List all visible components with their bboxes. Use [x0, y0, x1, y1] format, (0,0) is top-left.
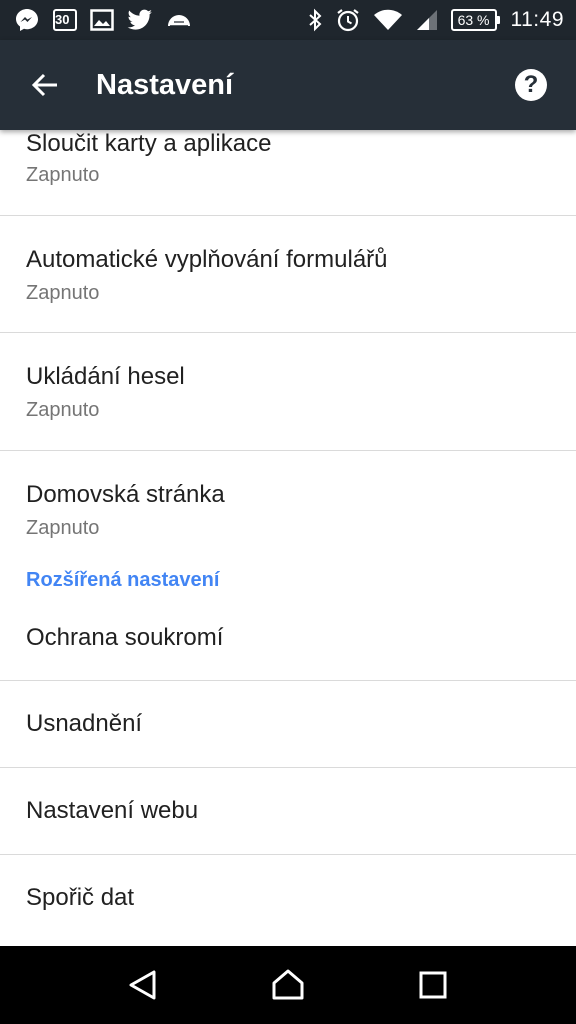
setting-title: Ochrana soukromí	[26, 624, 224, 651]
wifi-icon	[373, 9, 403, 31]
calendar-icon: 30	[53, 9, 77, 31]
help-button[interactable]: ?	[486, 40, 576, 130]
clock: 11:49	[510, 8, 564, 31]
arrow-left-icon	[31, 73, 57, 97]
setting-title: Domovská stránka	[26, 481, 225, 508]
setting-subtitle: Zapnuto	[26, 517, 100, 539]
bluetooth-icon	[307, 8, 323, 32]
image-icon	[90, 9, 114, 31]
system-icons: 63 % 11:49	[295, 7, 564, 33]
setting-subtitle: Zapnuto	[26, 282, 100, 304]
setting-merge-tabs[interactable]: Sloučit karty a aplikace Zapnuto	[0, 130, 576, 216]
messenger-icon	[14, 7, 40, 33]
signal-icon	[415, 9, 439, 31]
setting-title: Nastavení webu	[26, 797, 199, 824]
setting-title: Spořič dat	[26, 884, 135, 911]
nav-back-button[interactable]	[103, 946, 183, 1024]
setting-title: Sloučit karty a aplikace	[26, 130, 272, 157]
settings-list: Sloučit karty a aplikace Zapnuto Automat…	[0, 130, 576, 946]
help-icon: ?	[515, 69, 547, 101]
status-bar: 30 63 % 11:49	[0, 0, 576, 40]
setting-data-saver[interactable]: Spořič dat	[0, 855, 576, 942]
twitter-icon	[127, 9, 153, 31]
setting-autofill[interactable]: Automatické vyplňování formulářů Zapnuto	[0, 216, 576, 333]
nav-back-icon	[129, 970, 156, 1000]
notification-icons: 30	[14, 7, 205, 33]
back-button[interactable]	[0, 40, 90, 130]
nav-home-icon	[272, 969, 304, 1000]
section-header-row: Rozšířená nastavení	[0, 569, 576, 614]
setting-title: Automatické vyplňování formulářů	[26, 246, 388, 273]
setting-save-passwords[interactable]: Ukládání hesel Zapnuto	[0, 333, 576, 451]
setting-site-settings[interactable]: Nastavení webu	[0, 768, 576, 855]
navigation-bar	[0, 946, 576, 1024]
setting-privacy[interactable]: Ochrana soukromí	[0, 614, 576, 681]
setting-homepage[interactable]: Domovská stránka Zapnuto	[0, 451, 576, 569]
page-title: Nastavení	[96, 68, 234, 101]
weather-icon	[166, 12, 192, 28]
app-bar: Nastavení ?	[0, 40, 576, 130]
setting-title: Ukládání hesel	[26, 363, 185, 390]
nav-recents-icon	[419, 971, 447, 999]
setting-accessibility[interactable]: Usnadnění	[0, 681, 576, 768]
nav-recents-button[interactable]	[393, 946, 473, 1024]
battery-icon: 63 %	[450, 9, 500, 31]
setting-subtitle: Zapnuto	[26, 164, 100, 186]
setting-subtitle: Zapnuto	[26, 399, 100, 421]
setting-title: Usnadnění	[26, 710, 143, 737]
advanced-settings-header: Rozšířená nastavení	[26, 569, 220, 591]
alarm-icon	[335, 7, 361, 33]
nav-home-button[interactable]	[248, 946, 328, 1024]
